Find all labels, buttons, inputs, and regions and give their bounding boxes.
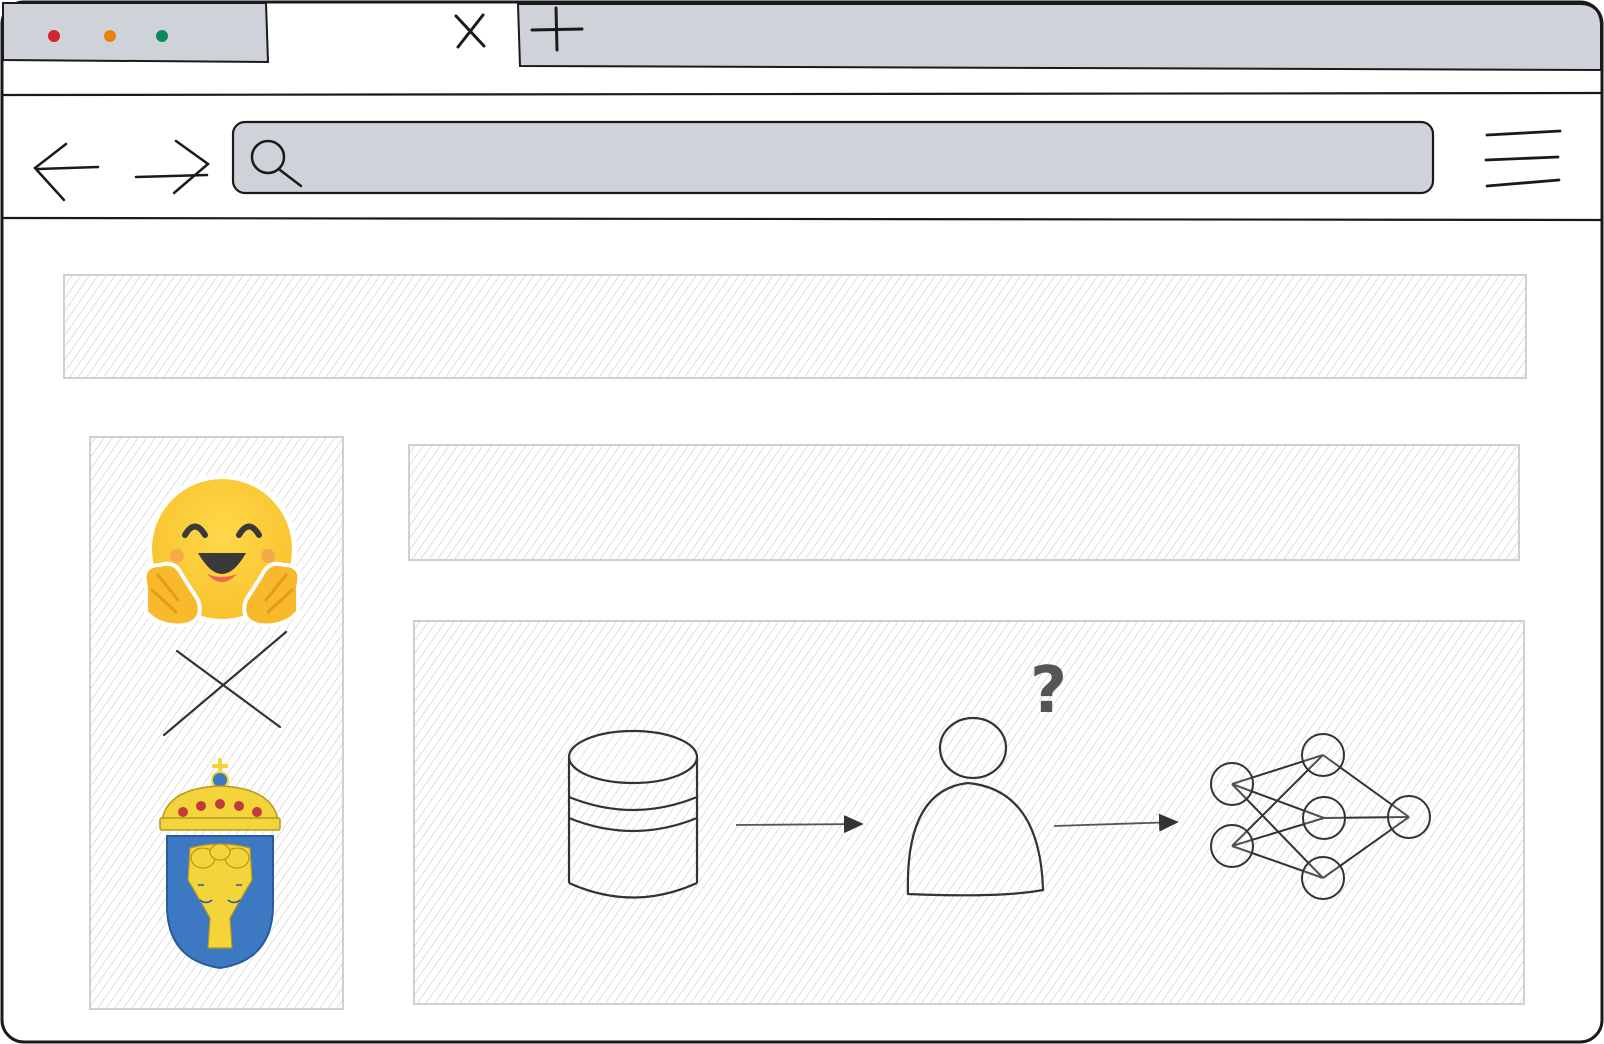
maximize-window-button[interactable] (156, 30, 168, 42)
window-controls (2, 2, 270, 64)
illustration-panel (413, 620, 1525, 1005)
browser-window: ? (0, 0, 1604, 1044)
close-window-button[interactable] (48, 30, 60, 42)
question-mark: ? (1030, 654, 1067, 728)
flow-arrow-1 (735, 815, 864, 834)
content-title-placeholder (408, 444, 1520, 561)
minimize-window-button[interactable] (104, 30, 116, 42)
header-placeholder (63, 274, 1527, 379)
